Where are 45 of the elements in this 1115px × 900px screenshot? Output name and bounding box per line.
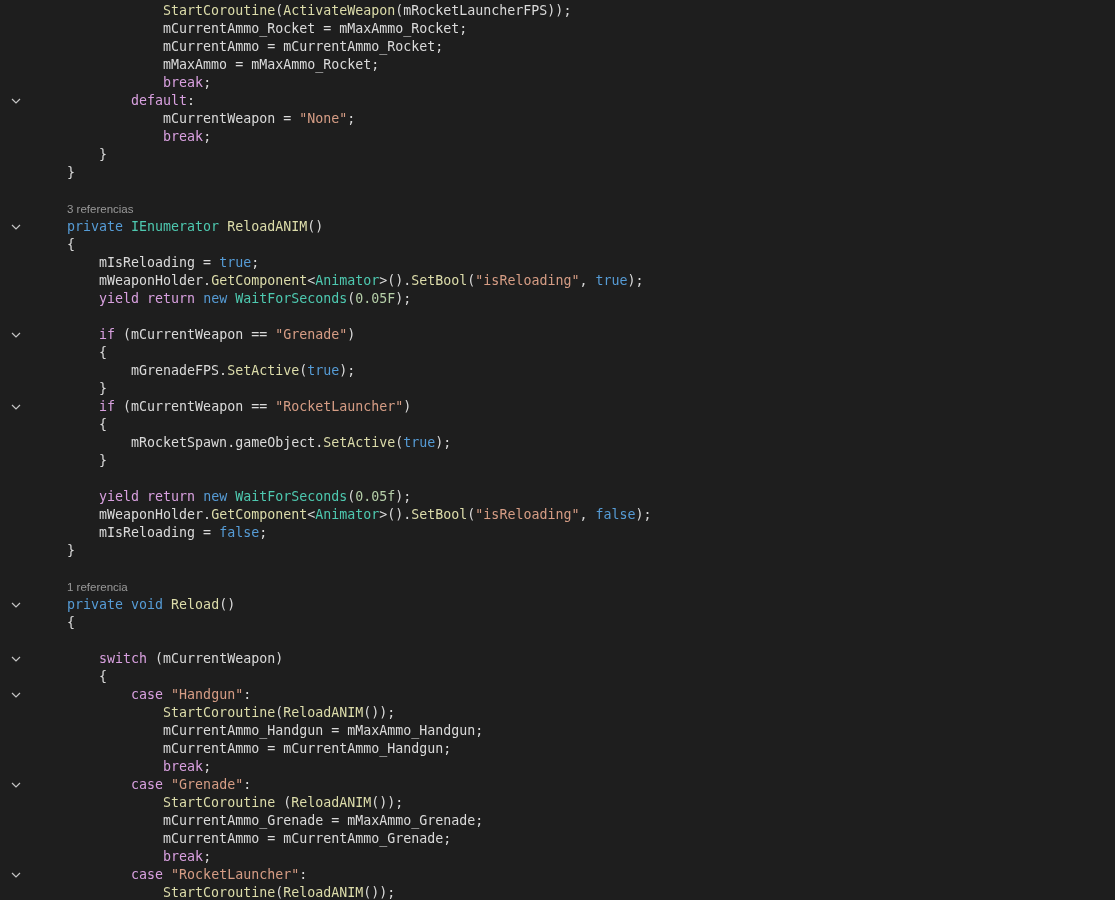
- code-line: break;: [162, 74, 212, 92]
- code-line: case "Grenade":: [130, 776, 252, 794]
- code-line: case "Handgun":: [130, 686, 252, 704]
- code-line: {: [66, 614, 76, 632]
- code-line: mGrenadeFPS.SetActive(true);: [130, 362, 356, 380]
- code-line: private void Reload(): [66, 596, 236, 614]
- code-line: }: [98, 146, 108, 164]
- code-line: mIsReloading = true;: [98, 254, 260, 272]
- code-line: }: [66, 164, 76, 182]
- code-line: }: [66, 542, 76, 560]
- code-line: {: [98, 344, 108, 362]
- code-line: StartCoroutine(ReloadANIM());: [162, 704, 396, 722]
- code-line: switch (mCurrentWeapon): [98, 650, 284, 668]
- code-line: private IEnumerator ReloadANIM(): [66, 218, 324, 236]
- code-line: {: [98, 416, 108, 434]
- code-line: mWeaponHolder.GetComponent<Animator>().SetBool("isReloading", false);: [98, 506, 652, 524]
- code-line: StartCoroutine(ActivateWeapon(mRocketLauncherFPS));: [162, 2, 572, 20]
- code-line: yield return new WaitForSeconds(0.05F);: [98, 290, 412, 308]
- code-line: default:: [130, 92, 196, 110]
- code-line: if (mCurrentWeapon == "RocketLauncher"): [98, 398, 412, 416]
- code-line: StartCoroutine(ReloadANIM());: [162, 884, 396, 900]
- code-line: mCurrentWeapon = "None";: [162, 110, 356, 128]
- code-line: case "RocketLauncher":: [130, 866, 308, 884]
- code-line: mCurrentAmmo = mCurrentAmmo_Handgun;: [162, 740, 452, 758]
- code-line: yield return new WaitForSeconds(0.05f);: [98, 488, 412, 506]
- code-line: {: [66, 236, 76, 254]
- code-line: mCurrentAmmo_Handgun = mMaxAmmo_Handgun;: [162, 722, 484, 740]
- code-line: mCurrentAmmo_Rocket = mMaxAmmo_Rocket;: [162, 20, 468, 38]
- code-line: mCurrentAmmo = mCurrentAmmo_Rocket;: [162, 38, 444, 56]
- code-line: {: [98, 668, 108, 686]
- code-line: }: [98, 452, 108, 470]
- reference-count[interactable]: 3 referencias: [67, 203, 134, 215]
- code-line: mRocketSpawn.gameObject.SetActive(true);: [130, 434, 452, 452]
- code-line: }: [98, 380, 108, 398]
- code-line: break;: [162, 758, 212, 776]
- code-line: break;: [162, 128, 212, 146]
- code-line: if (mCurrentWeapon == "Grenade"): [98, 326, 356, 344]
- code-line: mCurrentAmmo_Grenade = mMaxAmmo_Grenade;: [162, 812, 484, 830]
- code-line: mCurrentAmmo = mCurrentAmmo_Grenade;: [162, 830, 452, 848]
- code-line: mIsReloading = false;: [98, 524, 268, 542]
- code-line: StartCoroutine (ReloadANIM());: [162, 794, 404, 812]
- code-line: break;: [162, 848, 212, 866]
- code-line: mMaxAmmo = mMaxAmmo_Rocket;: [162, 56, 380, 74]
- reference-count[interactable]: 1 referencia: [67, 581, 128, 593]
- code-line: mWeaponHolder.GetComponent<Animator>().SetBool("isReloading", true);: [98, 272, 644, 290]
